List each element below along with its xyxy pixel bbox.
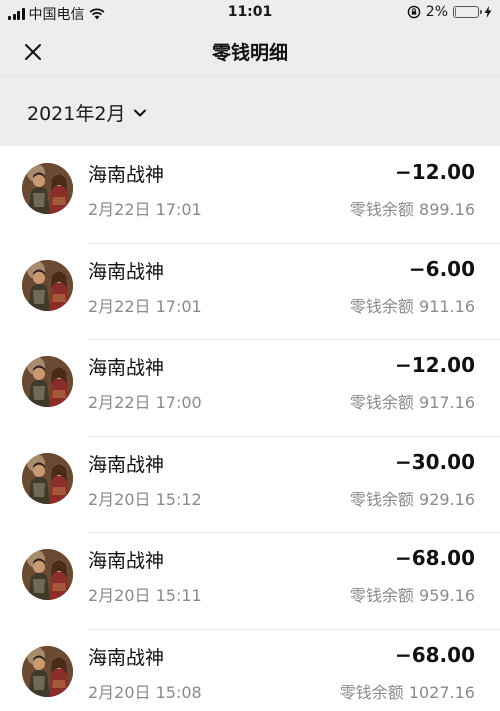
- payee-name: 海南战神: [88, 646, 165, 669]
- charging-bolt-icon: [484, 6, 492, 18]
- status-right: 2%: [407, 4, 492, 20]
- balance-after: 零钱余额 929.16: [349, 489, 475, 509]
- chevron-down-icon: [134, 109, 147, 116]
- transaction-time: 2月22日 17:01: [88, 296, 202, 316]
- transaction-amount: −30.00: [394, 449, 475, 474]
- page-title: 零钱明细: [211, 42, 288, 64]
- avatar: [22, 259, 73, 311]
- month-filter-bar: 2021年2月: [0, 76, 500, 146]
- transaction-row[interactable]: 海南战神 2月20日 15:12 −30.00 零钱余额 929.16: [0, 435, 500, 533]
- transaction-time: 2月20日 15:12: [88, 489, 202, 509]
- transaction-row[interactable]: 海南战神 2月20日 15:08 −68.00 零钱余额 1027.16: [0, 628, 500, 711]
- transaction-row[interactable]: 海南战神 2月22日 17:00 −12.00 零钱余额 917.16: [0, 339, 500, 436]
- balance-after: 零钱余额 1027.16: [339, 682, 475, 702]
- payee-name: 海南战神: [88, 260, 165, 283]
- transaction-time: 2月20日 15:11: [88, 586, 202, 606]
- balance-after: 零钱余额 917.16: [349, 393, 475, 413]
- avatar: [22, 163, 73, 214]
- transaction-amount: −6.00: [408, 256, 475, 281]
- payee-name: 海南战神: [88, 357, 165, 380]
- transaction-amount: −12.00: [394, 353, 475, 378]
- transaction-amount: −12.00: [394, 160, 475, 184]
- status-bar: 中国电信 11:01 2%: [0, 0, 500, 26]
- payee-name: 海南战神: [88, 453, 165, 476]
- transaction-list: 海南战神 2月22日 17:01 −12.00 零钱余额 899.16 海南战神…: [0, 146, 500, 711]
- balance-after: 零钱余额 911.16: [349, 296, 475, 316]
- transaction-time: 2月20日 15:08: [88, 682, 202, 702]
- transaction-amount: −68.00: [394, 642, 475, 667]
- transaction-row[interactable]: 海南战神 2月22日 17:01 −6.00 零钱余额 911.16: [0, 242, 500, 340]
- avatar: [22, 356, 73, 408]
- transaction-row[interactable]: 海南战神 2月20日 15:11 −68.00 零钱余额 959.16: [0, 532, 500, 629]
- transaction-amount: −68.00: [394, 546, 475, 571]
- transaction-time: 2月22日 17:01: [88, 200, 202, 219]
- balance-after: 零钱余额 959.16: [349, 586, 475, 606]
- nav-bar: 零钱明细: [0, 26, 500, 76]
- battery-percent: 2%: [425, 4, 448, 20]
- month-selector[interactable]: 2021年2月: [27, 99, 147, 126]
- payee-name: 海南战神: [88, 164, 165, 186]
- avatar: [22, 452, 73, 504]
- month-label: 2021年2月: [27, 103, 126, 125]
- balance-after: 零钱余额 899.16: [349, 200, 475, 219]
- payee-name: 海南战神: [88, 550, 165, 573]
- avatar: [22, 645, 73, 697]
- battery-icon: [453, 6, 482, 18]
- transaction-row[interactable]: 海南战神 2月22日 17:01 −12.00 零钱余额 899.16: [0, 146, 500, 243]
- orientation-lock-icon: [407, 5, 421, 19]
- transaction-time: 2月22日 17:00: [88, 393, 202, 413]
- avatar: [22, 549, 73, 601]
